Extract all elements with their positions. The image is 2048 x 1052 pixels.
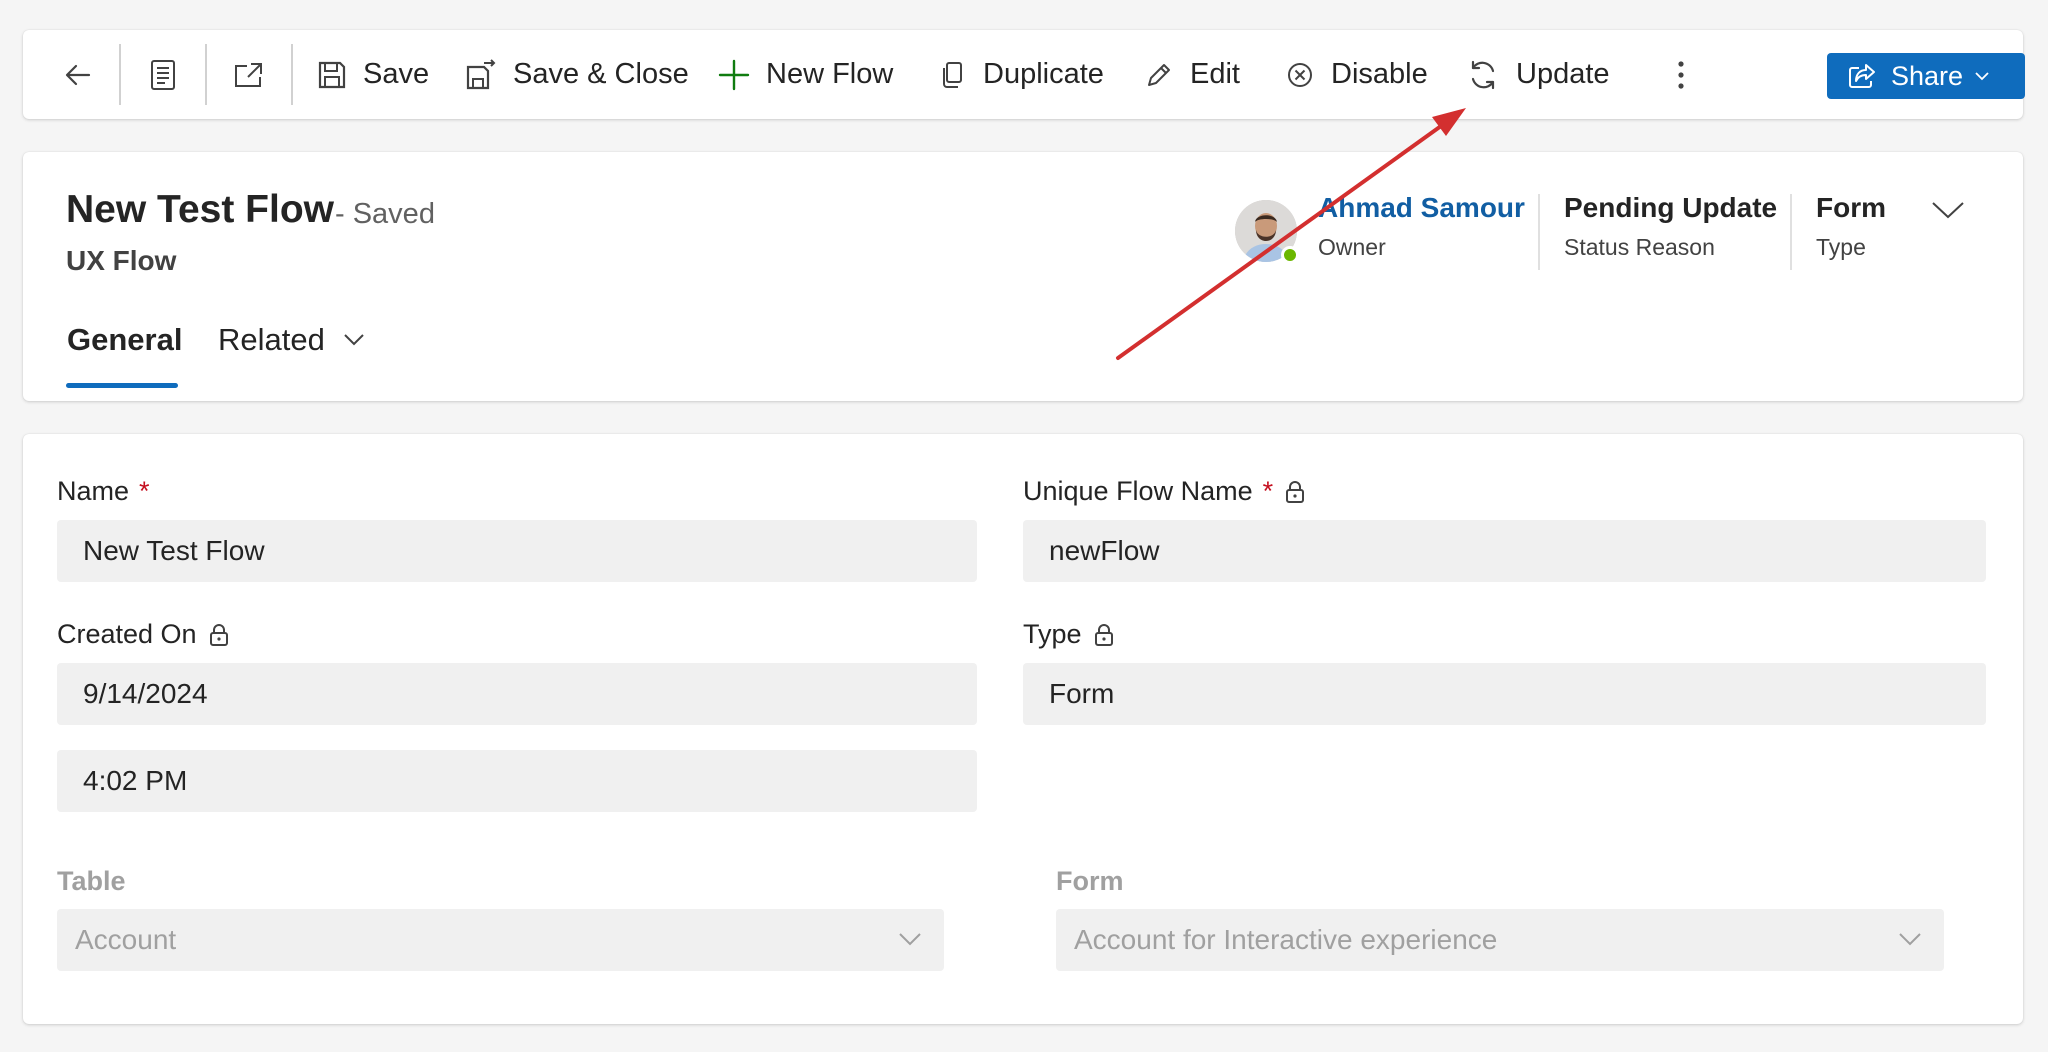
save-label: Save [363, 58, 430, 90]
save-icon [318, 61, 346, 88]
new-flow-label: New Flow [766, 58, 894, 90]
created-on-field-label: Created On [57, 619, 229, 650]
divider [1538, 194, 1540, 270]
duplicate-label: Duplicate [983, 58, 1104, 90]
disable-label: Disable [1331, 58, 1428, 90]
type-input[interactable]: Form [1023, 663, 1986, 725]
divider [1790, 194, 1792, 270]
table-select-value: Account [75, 924, 177, 955]
duplicate-button[interactable]: Duplicate [939, 30, 1104, 119]
general-form-section: Name * New Test Flow Unique Flow Name * … [23, 434, 2023, 1024]
tab-general[interactable]: General [67, 322, 182, 358]
name-input[interactable]: New Test Flow [57, 520, 977, 582]
command-bar: Save Save & Close New Flow Duplicate Edi… [23, 30, 2025, 119]
type-field: Form Type [1816, 192, 1886, 261]
entity-name: UX Flow [66, 245, 177, 276]
more-vertical-icon [1678, 60, 1684, 89]
save-button[interactable]: Save [317, 30, 429, 119]
new-flow-button[interactable]: New Flow [718, 30, 893, 119]
disable-circle-x-icon [1288, 62, 1312, 87]
type-field-label: Type [1023, 619, 1114, 650]
lock-icon [209, 623, 228, 646]
type-label-text: Type [1023, 619, 1082, 649]
save-status: - Saved [335, 198, 435, 230]
created-on-date-input[interactable]: 9/14/2024 [57, 663, 977, 725]
type-value: Form [1816, 192, 1886, 223]
chevron-down-icon [1932, 202, 1964, 219]
chevron-down-icon [1975, 72, 1989, 81]
share-label: Share [1891, 60, 1964, 91]
form-select-value: Account for Interactive experience [1074, 924, 1498, 955]
duplicate-icon [943, 61, 962, 88]
status-reason-label: Status Reason [1564, 234, 1715, 260]
name-label-text: Name [57, 476, 130, 506]
tab-general-label: General [67, 322, 183, 357]
owner-label: Owner [1318, 234, 1386, 260]
tab-related[interactable]: Related [218, 322, 365, 358]
lock-icon [1094, 623, 1113, 646]
table-select[interactable]: Account [57, 909, 944, 971]
tab-related-label: Related [218, 322, 325, 357]
update-button[interactable]: Update [1466, 30, 1610, 119]
save-and-close-button[interactable]: Save & Close [465, 30, 689, 119]
unique-flow-name-input[interactable]: newFlow [1023, 520, 1986, 582]
refresh-icon [1471, 60, 1495, 89]
chevron-down-icon [344, 334, 364, 346]
required-marker: * [1262, 476, 1274, 506]
divider [119, 44, 121, 105]
record-title: New Test Flow [66, 188, 334, 231]
chevron-down-icon [899, 933, 921, 946]
status-reason-value: Pending Update [1564, 192, 1778, 223]
unique-flow-name-field-label: Unique Flow Name * [1023, 476, 1305, 507]
form-field-label: Form [1056, 866, 1124, 896]
form-button[interactable] [149, 30, 177, 119]
form-document-icon [151, 59, 175, 90]
expand-header-button[interactable] [1931, 200, 1965, 225]
record-header: New Test Flow - Saved UX Flow Ahmad Samo… [23, 152, 2023, 401]
divider [205, 44, 207, 105]
lock-icon [1286, 480, 1305, 503]
table-field-label: Table [57, 866, 126, 896]
pencil-icon [1148, 63, 1170, 86]
created-on-time-input[interactable]: 4:02 PM [57, 750, 977, 812]
selected-tab-indicator [66, 383, 178, 388]
arrow-left-icon [65, 64, 91, 85]
name-field-label: Name * [57, 476, 150, 507]
open-in-new-window-icon [235, 62, 262, 87]
plus-icon [718, 59, 750, 90]
share-icon [1849, 64, 1875, 88]
chevron-down-icon [1899, 933, 1921, 946]
share-button[interactable]: Share [1827, 53, 2025, 99]
disable-button[interactable]: Disable [1285, 30, 1428, 119]
save-and-close-icon [466, 58, 496, 89]
back-button[interactable] [63, 30, 93, 119]
edit-button[interactable]: Edit [1144, 30, 1240, 119]
save-and-close-label: Save & Close [513, 58, 689, 90]
created-on-label-text: Created On [57, 619, 197, 649]
edit-label: Edit [1190, 58, 1240, 90]
divider [291, 44, 293, 105]
owner-field: Ahmad Samour Owner [1318, 192, 1525, 261]
update-label: Update [1516, 58, 1610, 90]
status-reason-field: Pending Update Status Reason [1564, 192, 1777, 261]
owner-name-link[interactable]: Ahmad Samour [1318, 192, 1525, 224]
more-commands-button[interactable] [1675, 30, 1687, 119]
open-in-new-window-button[interactable] [233, 30, 265, 119]
type-label: Type [1816, 234, 1866, 260]
presence-available-icon [1281, 246, 1299, 264]
form-select[interactable]: Account for Interactive experience [1056, 909, 1944, 971]
unique-flow-name-label-text: Unique Flow Name [1023, 476, 1253, 506]
required-marker: * [139, 476, 150, 506]
